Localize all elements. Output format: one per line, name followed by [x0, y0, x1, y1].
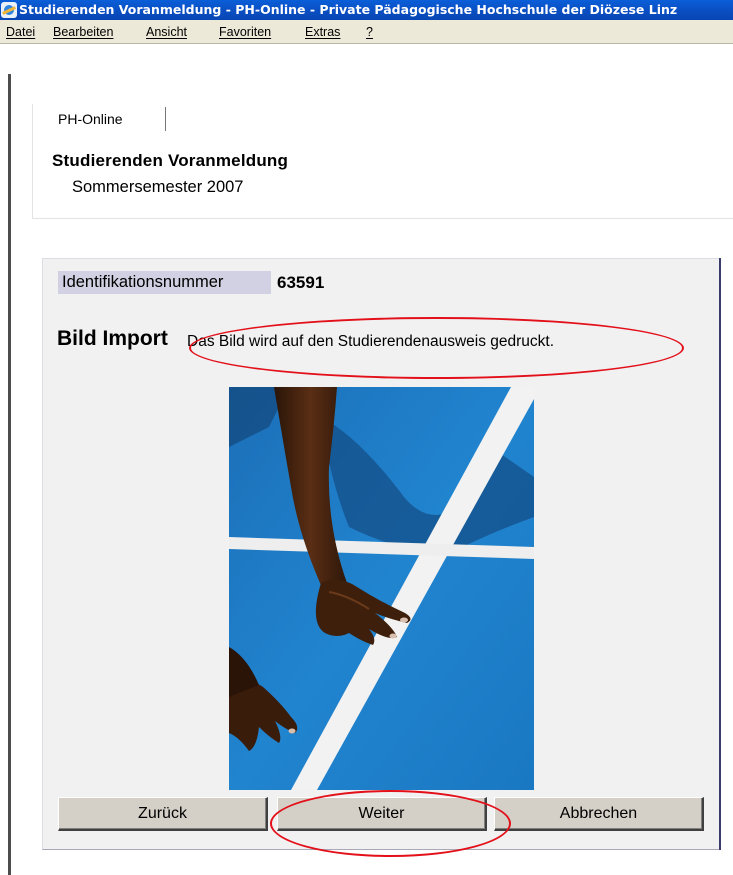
window-title: Studierenden Voranmeldung - PH-Online - …	[19, 2, 678, 17]
image-import-heading: Bild Import	[57, 327, 168, 350]
menu-extras[interactable]: Extras	[305, 20, 340, 44]
menu-bearbeiten[interactable]: Bearbeiten	[53, 20, 113, 44]
back-button[interactable]: Zurück	[58, 797, 268, 831]
menu-datei[interactable]: Datei	[6, 20, 35, 44]
menu-bar: Datei Bearbeiten Ansicht Favoriten Extra…	[0, 20, 733, 44]
page-frame-border	[8, 74, 11, 875]
panel-edge	[719, 258, 721, 850]
annotation-ellipse-next	[270, 790, 511, 857]
menu-favoriten[interactable]: Favoriten	[219, 20, 271, 44]
menu-ansicht[interactable]: Ansicht	[146, 20, 187, 44]
tab-ph-online[interactable]: PH-Online	[32, 107, 166, 131]
annotation-ellipse-hint	[189, 317, 684, 379]
identification-value: 63591	[277, 273, 325, 292]
window-title-bar[interactable]: Studierenden Voranmeldung - PH-Online - …	[0, 0, 733, 20]
page-title: Studierenden Voranmeldung	[52, 151, 289, 170]
student-photo	[229, 387, 534, 790]
semester-label: Sommersemester 2007	[72, 178, 244, 196]
internet-explorer-icon	[1, 2, 17, 18]
menu-help[interactable]: ?	[366, 20, 373, 44]
identification-label: Identifikationsnummer	[58, 271, 271, 294]
cancel-button[interactable]: Abbrechen	[494, 797, 704, 831]
